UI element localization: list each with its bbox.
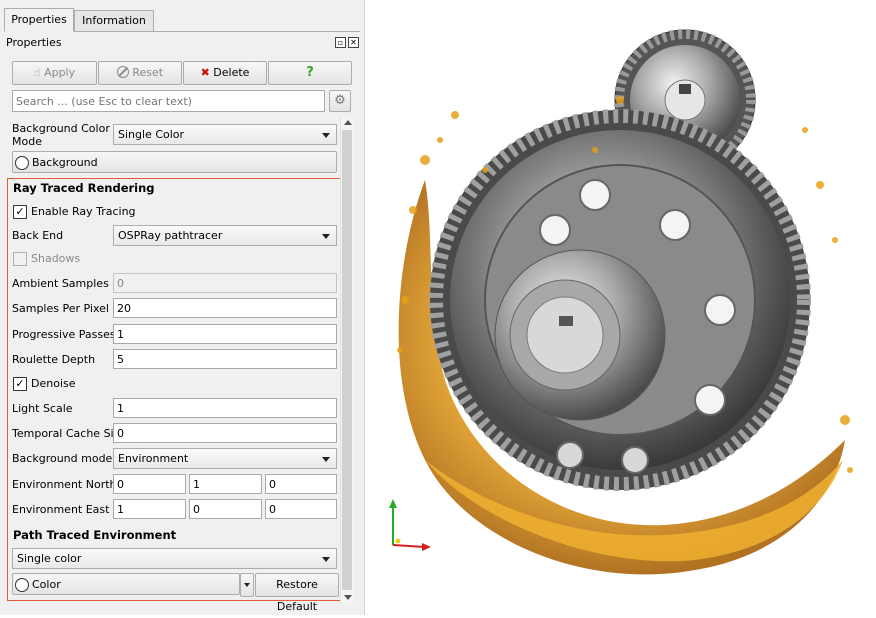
environment-north-label: Environment North bbox=[12, 478, 117, 491]
environment-north-x-input[interactable]: 0 bbox=[113, 474, 186, 494]
scroll-down-icon[interactable] bbox=[344, 595, 352, 600]
light-scale-label: Light Scale bbox=[12, 402, 73, 415]
denoise-checkbox[interactable]: ✓ bbox=[13, 377, 27, 391]
restore-default-button[interactable]: Restore Default bbox=[255, 573, 339, 613]
delete-button[interactable]: ✖ Delete bbox=[183, 61, 267, 85]
background-mode-rt-value: Environment bbox=[118, 452, 189, 465]
background-mode-combo[interactable]: Single Color bbox=[113, 124, 337, 145]
properties-scrollbar[interactable] bbox=[340, 117, 354, 604]
chevron-down-icon bbox=[322, 133, 330, 138]
backend-label: Back End bbox=[12, 229, 64, 242]
chevron-down-icon bbox=[322, 234, 330, 239]
background-button-label: Background bbox=[32, 156, 98, 169]
restore-default-label: Restore Default bbox=[276, 578, 318, 613]
path-traced-color-label: Color bbox=[32, 578, 61, 591]
apply-icon: ☝ bbox=[33, 66, 41, 79]
apply-label: Apply bbox=[44, 66, 76, 79]
progressive-passes-label: Progressive Passes bbox=[12, 328, 116, 341]
enable-ray-tracing-label: Enable Ray Tracing bbox=[31, 205, 136, 218]
render-viewport[interactable] bbox=[365, 0, 876, 615]
background-mode-label: Background Color Mode bbox=[12, 122, 110, 148]
help-icon: ? bbox=[306, 65, 314, 80]
chevron-down-icon bbox=[244, 583, 250, 587]
ambient-samples-input[interactable]: 0 bbox=[113, 273, 337, 293]
path-traced-section-title: Path Traced Environment bbox=[13, 528, 177, 542]
panel-title: Properties bbox=[6, 36, 62, 49]
denoise-label: Denoise bbox=[31, 377, 76, 390]
delete-icon: ✖ bbox=[200, 66, 210, 79]
roulette-depth-label: Roulette Depth bbox=[12, 353, 96, 366]
properties-panel: Properties Information Properties ▫ ✕ ☝ … bbox=[0, 0, 365, 615]
background-color-button[interactable]: Background bbox=[12, 151, 337, 173]
progressive-passes-input[interactable]: 1 bbox=[113, 324, 337, 344]
samples-per-pixel-label: Samples Per Pixel bbox=[12, 302, 109, 315]
tab-information[interactable]: Information bbox=[74, 10, 154, 32]
large-gear bbox=[429, 109, 811, 491]
color-swatch-icon bbox=[15, 578, 29, 592]
reset-button[interactable]: Reset bbox=[98, 61, 182, 85]
environment-east-x-input[interactable]: 1 bbox=[113, 499, 186, 519]
tab-properties[interactable]: Properties bbox=[4, 8, 74, 32]
samples-per-pixel-input[interactable]: 20 bbox=[113, 298, 337, 318]
scroll-up-icon[interactable] bbox=[344, 120, 352, 125]
shadows-label: Shadows bbox=[31, 252, 81, 265]
color-menu-button[interactable] bbox=[240, 573, 254, 597]
roulette-depth-input[interactable]: 5 bbox=[113, 349, 337, 369]
light-scale-input[interactable]: 1 bbox=[113, 398, 337, 418]
help-button[interactable]: ? bbox=[268, 61, 352, 85]
advanced-settings-gear-icon[interactable]: ⚙ bbox=[329, 90, 351, 112]
float-icon[interactable]: ▫ bbox=[335, 37, 346, 48]
scroll-thumb[interactable] bbox=[342, 130, 352, 590]
path-traced-mode-combo[interactable]: Single color bbox=[12, 548, 337, 569]
background-mode-rt-label: Background mode bbox=[12, 452, 113, 465]
chevron-down-icon bbox=[322, 557, 330, 562]
color-swatch-icon bbox=[15, 156, 29, 170]
background-mode-rt-combo[interactable]: Environment bbox=[113, 448, 337, 469]
shadows-checkbox[interactable] bbox=[13, 252, 27, 266]
environment-east-label: Environment East bbox=[12, 503, 110, 516]
chevron-down-icon bbox=[322, 457, 330, 462]
search-input[interactable] bbox=[12, 90, 325, 112]
delete-label: Delete bbox=[213, 66, 250, 79]
environment-east-y-input[interactable]: 0 bbox=[189, 499, 262, 519]
reset-label: Reset bbox=[132, 66, 164, 79]
apply-button[interactable]: ☝ Apply bbox=[12, 61, 97, 85]
background-mode-value: Single Color bbox=[118, 128, 185, 141]
path-traced-color-button[interactable]: Color bbox=[12, 573, 240, 595]
path-traced-mode-value: Single color bbox=[17, 552, 82, 565]
environment-east-z-input[interactable]: 0 bbox=[265, 499, 337, 519]
temporal-cache-size-label: Temporal Cache Size bbox=[12, 427, 127, 440]
temporal-cache-size-input[interactable]: 0 bbox=[113, 423, 337, 443]
close-icon[interactable]: ✕ bbox=[348, 37, 359, 48]
axes-triad-icon bbox=[389, 499, 431, 551]
backend-value: OSPRay pathtracer bbox=[118, 229, 223, 242]
backend-combo[interactable]: OSPRay pathtracer bbox=[113, 225, 337, 246]
enable-ray-tracing-checkbox[interactable]: ✓ bbox=[13, 205, 27, 219]
ray-traced-section-title: Ray Traced Rendering bbox=[13, 181, 155, 195]
gear-render-image bbox=[389, 29, 853, 575]
environment-north-z-input[interactable]: 0 bbox=[265, 474, 337, 494]
ambient-samples-label: Ambient Samples bbox=[12, 277, 109, 290]
reset-icon bbox=[116, 66, 129, 78]
environment-north-y-input[interactable]: 1 bbox=[189, 474, 262, 494]
